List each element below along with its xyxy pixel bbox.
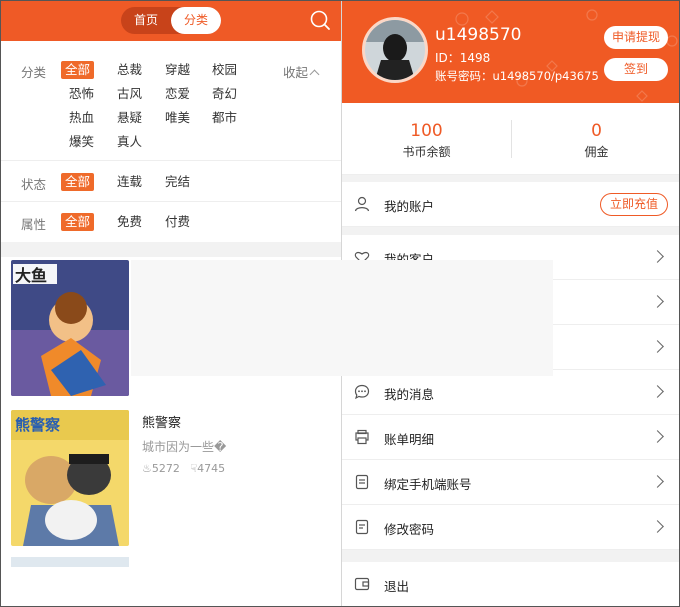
withdraw-button[interactable]: 申请提现: [604, 26, 668, 49]
username: u1498570: [435, 25, 522, 45]
nav-segment: 首页 分类: [121, 7, 221, 34]
commission[interactable]: 0 佣金: [512, 121, 679, 160]
logout-label: 退出: [384, 579, 410, 594]
account-credentials: 账号密码：u1498570/p43675: [435, 69, 599, 83]
tab-category[interactable]: 分类: [171, 7, 221, 34]
book-title[interactable]: 熊警察: [142, 412, 226, 431]
menu-item-label: 修改密码: [384, 522, 435, 537]
status-tag[interactable]: 连载: [113, 173, 146, 191]
user-icon: [354, 196, 370, 212]
menu-item-messages[interactable]: 我的消息: [342, 370, 679, 415]
wallet-summary: 100 书币余额 0 佣金: [342, 103, 679, 175]
status-tag[interactable]: 完结: [161, 173, 194, 191]
chevron-right-icon: [651, 520, 664, 533]
book-cover[interactable]: 熊警察: [11, 410, 129, 546]
category-tag[interactable]: 古风: [113, 85, 146, 103]
lock-doc-icon: [355, 519, 369, 535]
status-label: 状态: [21, 177, 47, 192]
chevron-right-icon: [651, 475, 664, 488]
category-tag[interactable]: 校园: [208, 61, 241, 79]
category-tag[interactable]: 都市: [208, 109, 241, 127]
chevron-right-icon: [651, 250, 664, 263]
category-tag[interactable]: 穿越: [161, 61, 194, 79]
menu-item-label: 我的消息: [384, 387, 435, 402]
bill-icon: [355, 429, 369, 445]
filter-panel: 分类 全部 总裁 穿越 校园 恐怖 古风 恋爱 奇幻 热血 悬疑 唯美 都市 爆…: [1, 41, 341, 242]
menu-item-label: 我的账户: [384, 199, 435, 214]
menu-item-change-password[interactable]: 修改密码: [342, 505, 679, 550]
category-tag[interactable]: 总裁: [113, 61, 146, 79]
category-filter-row: 分类 全部 总裁 穿越 校园 恐怖 古风 恋爱 奇幻 热血 悬疑 唯美 都市 爆…: [1, 41, 341, 161]
coin-balance-label: 书币余额: [402, 145, 451, 159]
attr-label: 属性: [21, 217, 47, 232]
chevron-up-icon: [309, 69, 320, 80]
status-filter-row: 状态 全部 连载 完结: [1, 161, 341, 202]
category-tag[interactable]: 悬疑: [113, 109, 146, 127]
collapse-label: 收起: [283, 65, 309, 80]
search-icon[interactable]: [309, 9, 331, 31]
category-tag[interactable]: 真人: [113, 133, 146, 151]
tab-home[interactable]: 首页: [121, 7, 171, 34]
like-count: 4745: [197, 462, 226, 475]
status-tag-all[interactable]: 全部: [61, 173, 95, 191]
top-bar: 首页 分类: [1, 1, 341, 41]
attr-tag-all[interactable]: 全部: [61, 213, 95, 231]
chevron-right-icon: [651, 295, 664, 308]
book-cover-peek: [11, 557, 129, 567]
user-id: ID：1498: [435, 51, 491, 65]
category-tag[interactable]: 热血: [65, 109, 98, 127]
category-tag[interactable]: 恐怖: [65, 85, 98, 103]
image-placeholder-overlay: [131, 260, 553, 376]
attr-tag[interactable]: 付费: [161, 213, 194, 231]
recharge-button[interactable]: 立即充值: [600, 193, 668, 216]
coin-balance[interactable]: 100 书币余额: [342, 121, 511, 160]
book-cover[interactable]: 大鱼: [11, 260, 129, 396]
collapse-toggle[interactable]: 收起: [283, 62, 320, 81]
svg-text:熊警察: 熊警察: [15, 416, 61, 434]
svg-text:大鱼: 大鱼: [15, 266, 47, 285]
profile-header: u1498570 ID：1498 账号密码：u1498570/p43675 申请…: [342, 1, 679, 103]
menu-item-label: 账单明细: [384, 432, 435, 447]
logout-icon: [354, 577, 370, 591]
flame-icon: ♨: [142, 462, 152, 475]
book-info: 熊警察 城市因为一些� ♨5272 ☟4745: [142, 412, 226, 475]
section-divider: [342, 175, 679, 182]
menu-item-bind-phone[interactable]: 绑定手机端账号: [342, 460, 679, 505]
category-tag[interactable]: 恋爱: [161, 85, 194, 103]
chevron-right-icon: [651, 430, 664, 443]
signin-button[interactable]: 签到: [604, 58, 668, 81]
chevron-right-icon: [651, 385, 664, 398]
view-count: 5272: [151, 462, 180, 475]
coin-balance-value: 100: [410, 121, 443, 141]
category-tag[interactable]: 爆笑: [65, 133, 98, 151]
section-divider: [342, 227, 679, 235]
attr-filter-row: 属性 全部 免费 付费: [1, 202, 341, 242]
attr-tag[interactable]: 免费: [113, 213, 146, 231]
category-tag[interactable]: 唯美: [161, 109, 194, 127]
section-divider: [1, 242, 341, 257]
chat-icon: [354, 384, 370, 400]
chevron-right-icon: [651, 340, 664, 353]
menu-item-label: 绑定手机端账号: [384, 477, 472, 492]
phone-bind-icon: [355, 474, 369, 490]
avatar[interactable]: [362, 17, 428, 83]
category-tag-all[interactable]: 全部: [61, 61, 95, 79]
app-frame: 首页 分类 分类 全部 总裁 穿越 校园 恐怖 古风 恋爱 奇幻 热血 悬疑 唯…: [0, 0, 680, 607]
commission-value: 0: [591, 121, 602, 141]
book-stats: ♨5272 ☟4745: [142, 462, 226, 475]
commission-label: 佣金: [584, 145, 609, 159]
menu-item-account[interactable]: 我的账户 立即充值: [342, 182, 679, 227]
category-tag[interactable]: 奇幻: [208, 85, 241, 103]
menu-item-bills[interactable]: 账单明细: [342, 415, 679, 460]
category-label: 分类: [21, 65, 47, 80]
logout-item[interactable]: 退出: [342, 562, 679, 606]
book-desc: 城市因为一些�: [142, 440, 227, 454]
